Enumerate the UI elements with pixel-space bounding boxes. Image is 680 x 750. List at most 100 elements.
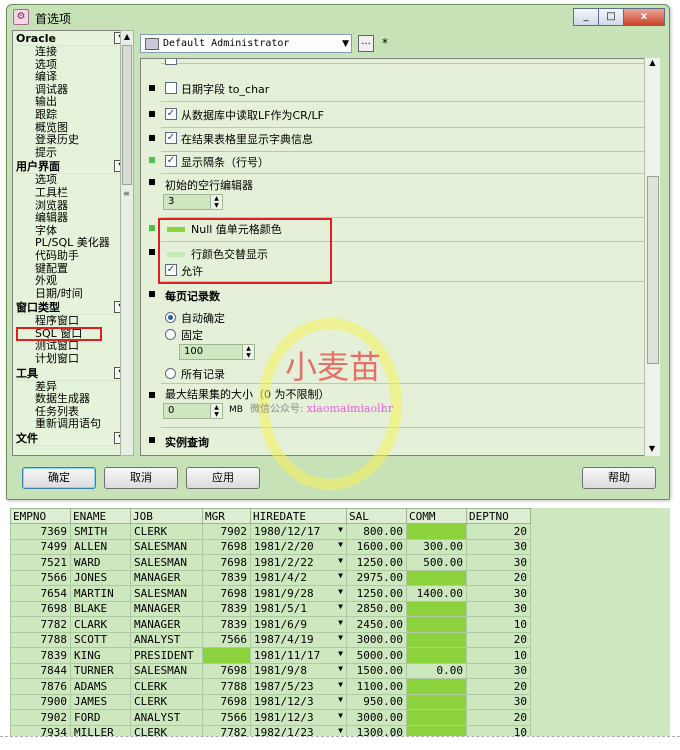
table-cell-job[interactable]: CLERK [130,678,203,695]
date-dropdown-icon[interactable]: ▼ [338,618,343,627]
table-cell-job[interactable]: CLERK [130,693,203,710]
category-item[interactable]: 代码助手 [13,249,133,263]
auto-radio[interactable] [165,312,176,323]
table-cell-job[interactable]: SALESMAN [130,585,203,602]
category-tree[interactable]: Oracle▼连接选项编译调试器输出跟踪概览图登录历史提示用户界面▼选项工具栏浏… [12,30,134,456]
table-cell-hiredate[interactable]: 1981/6/9 ▼ [250,616,347,633]
table-row[interactable]: 7844 TURNER SALESMAN 7698 1981/9/8 ▼ 1500.00 0.… [10,662,531,679]
category-item[interactable]: 数据生成器 [13,393,133,406]
table-row[interactable]: 7876 ADAMS CLERK 7788 1987/5/23 ▼ 1100.00 20 [10,678,531,695]
table-cell-hiredate[interactable]: 1981/12/3 ▼ [250,709,347,726]
table-cell-mgr[interactable]: 7698 [202,554,251,571]
table-cell-deptno[interactable]: 10 [466,616,531,633]
table-cell-hiredate[interactable]: 1981/2/22 ▼ [250,554,347,571]
table-cell-comm[interactable] [406,600,467,617]
category-item[interactable]: 跟踪 [13,108,133,122]
table-cell-deptno[interactable]: 30 [466,538,531,555]
table-cell-mgr[interactable]: 7902 [202,523,251,540]
table-cell-ename[interactable]: JAMES [70,693,131,710]
category-item[interactable]: 日期/时间 [13,287,133,301]
table-row[interactable]: 7369 SMITH CLERK 7902 1980/12/17 ▼ 800.00 20 [10,523,531,540]
date-dropdown-icon[interactable]: ▼ [338,571,343,580]
table-cell-empno[interactable]: 7788 [10,631,71,648]
table-cell-comm[interactable] [406,693,467,710]
column-header[interactable]: SAL [346,508,407,524]
table-cell-job[interactable]: SALESMAN [130,538,203,555]
date-dropdown-icon[interactable]: ▼ [338,695,343,704]
spin-arrows-icon[interactable]: ▲ ▼ [242,345,254,359]
table-cell-sal[interactable]: 950.00 [346,693,407,710]
table-cell-sal[interactable]: 1100.00 [346,678,407,695]
category-item[interactable]: 提示 [13,146,133,160]
category-header[interactable]: Oracle▼ [13,31,133,46]
table-cell-hiredate[interactable]: 1981/9/8 ▼ [250,662,347,679]
table-cell-sal[interactable]: 3000.00 [346,631,407,648]
table-cell-sal[interactable]: 3000.00 [346,709,407,726]
category-item[interactable]: 键配置 [13,262,133,276]
table-cell-comm[interactable] [406,569,467,586]
category-header[interactable]: 窗口类型▼ [13,300,133,316]
table-row[interactable]: 7900 JAMES CLERK 7698 1981/12/3 ▼ 950.00 30 [10,693,531,710]
table-row[interactable]: 7499 ALLEN SALESMAN 7698 1981/2/20 ▼ 1600.00 30… [10,538,531,555]
column-header[interactable]: JOB [130,508,203,524]
column-header[interactable]: HIREDATE [250,508,347,524]
table-cell-ename[interactable]: MARTIN [70,585,131,602]
table-cell-deptno[interactable]: 30 [466,600,531,617]
category-item[interactable]: 连接 [13,45,133,59]
init-empty-rows-spinner[interactable]: 3 ▲ ▼ [163,194,223,210]
date-dropdown-icon[interactable]: ▼ [338,649,343,658]
scroll-down-icon[interactable]: ▼ [645,444,659,456]
date-field-checkbox[interactable] [165,82,177,94]
fixed-count-spinner[interactable]: 100 ▲ ▼ [179,344,255,360]
table-cell-deptno[interactable]: 30 [466,554,531,571]
table-cell-comm[interactable] [406,709,467,726]
table-cell-comm[interactable] [406,631,467,648]
category-item[interactable]: 浏览器 [13,199,133,213]
date-dropdown-icon[interactable]: ▼ [338,664,343,673]
spin-arrows-icon[interactable]: ▲ ▼ [210,195,222,209]
table-row[interactable]: 7654 MARTIN SALESMAN 7698 1981/9/28 ▼ 1250.00 1… [10,585,531,602]
table-cell-job[interactable]: MANAGER [130,600,203,617]
table-cell-mgr[interactable]: 7698 [202,538,251,555]
table-row[interactable]: 7521 WARD SALESMAN 7698 1981/2/22 ▼ 1250.00 500… [10,554,531,571]
column-header[interactable]: DEPTNO [466,508,531,524]
cancel-button[interactable]: 取消 [104,467,178,489]
max-result-spinner[interactable]: 0 ▲ ▼ [163,403,223,419]
scroll-up-icon[interactable]: ▲ [121,31,133,43]
close-button[interactable]: x [623,8,665,26]
category-item[interactable]: 外观 [13,274,133,288]
apply-button[interactable]: 应用 [186,467,260,489]
date-dropdown-icon[interactable]: ▼ [338,633,343,642]
date-dropdown-icon[interactable]: ▼ [338,540,343,549]
table-cell-deptno[interactable]: 30 [466,662,531,679]
ok-button[interactable]: 确定 [22,467,96,489]
show-gutter-checkbox[interactable]: ✓ [165,155,177,167]
table-cell-hiredate[interactable]: 1981/11/17 ▼ [250,647,347,664]
scrollbar-thumb[interactable] [122,45,132,185]
table-cell-empno[interactable]: 7844 [10,662,71,679]
date-dropdown-icon[interactable]: ▼ [338,726,343,735]
column-header[interactable]: EMPNO [10,508,71,524]
table-cell-empno[interactable]: 7566 [10,569,71,586]
table-cell-comm[interactable] [406,523,467,540]
category-item[interactable]: 选项 [13,174,133,187]
table-cell-mgr[interactable]: 7566 [202,709,251,726]
table-cell-empno[interactable]: 7902 [10,709,71,726]
scroll-up-icon[interactable]: ▲ [645,58,660,70]
table-cell-deptno[interactable]: 30 [466,693,531,710]
profile-more-button[interactable]: ... [358,35,374,52]
table-cell-empno[interactable]: 7521 [10,554,71,571]
table-cell-ename[interactable]: BLAKE [70,600,131,617]
table-cell-comm[interactable]: 0.00 [406,662,467,679]
table-cell-job[interactable]: PRESIDENT [130,647,203,664]
table-cell-ename[interactable]: ALLEN [70,538,131,555]
date-dropdown-icon[interactable]: ▼ [338,587,343,596]
settings-scrollbar[interactable]: ▲ ▼ [644,58,660,456]
table-cell-ename[interactable]: ADAMS [70,678,131,695]
all-records-radio[interactable] [165,368,176,379]
table-cell-sal[interactable]: 5000.00 [346,647,407,664]
fixed-radio[interactable] [165,329,176,340]
table-cell-sal[interactable]: 1500.00 [346,662,407,679]
table-cell-ename[interactable]: JONES [70,569,131,586]
table-cell-ename[interactable]: SCOTT [70,631,131,648]
